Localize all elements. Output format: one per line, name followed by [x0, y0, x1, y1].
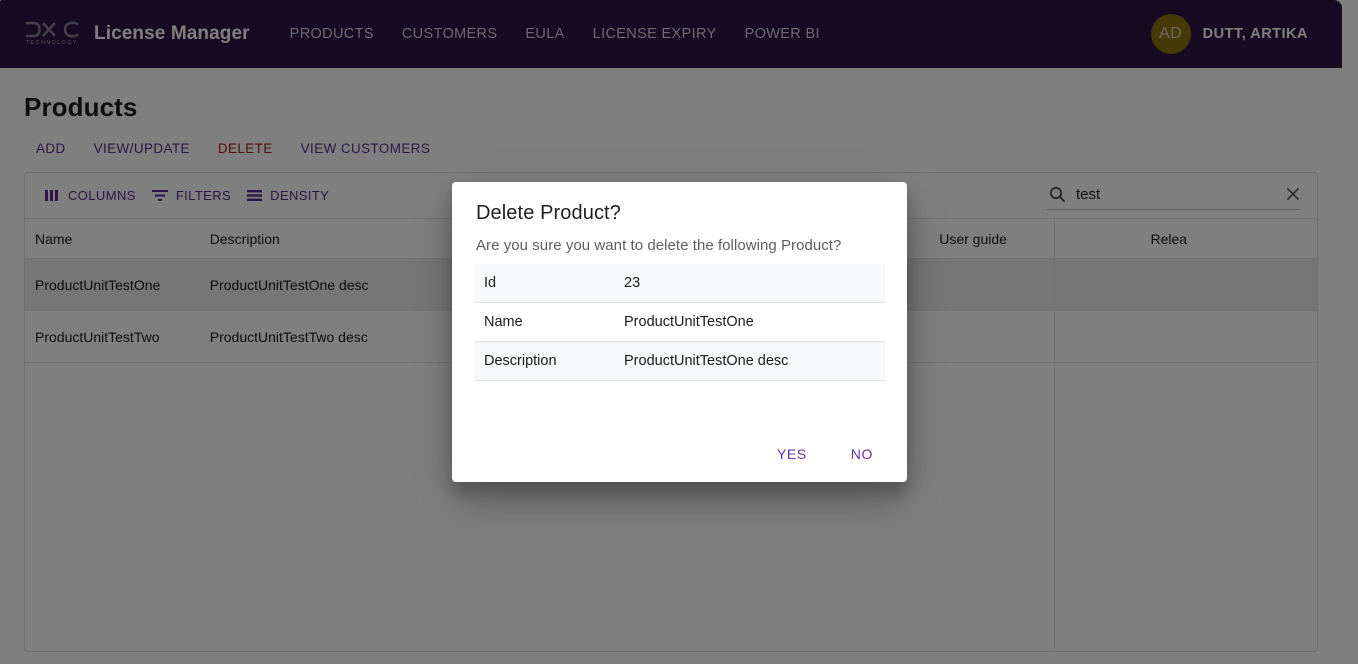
dialog-title: Delete Product? [452, 182, 907, 225]
nav-link-eula[interactable]: EULA [511, 18, 578, 50]
cell-description: ProductUnitTestOne desc [200, 277, 403, 293]
page-action-bar: ADD VIEW/UPDATE DELETE VIEW CUSTOMERS [24, 135, 444, 162]
filter-icon [152, 189, 168, 202]
add-button[interactable]: ADD [24, 135, 80, 162]
nav-links: PRODUCTS CUSTOMERS EULA LICENSE EXPIRY P… [276, 18, 834, 50]
column-header-description[interactable]: Description [200, 231, 403, 247]
detail-value-id: 23 [614, 264, 885, 303]
columns-button[interactable]: COLUMNS [37, 182, 144, 209]
columns-icon [45, 189, 60, 202]
filters-button[interactable]: FILTERS [144, 182, 239, 209]
nav-link-power-bi[interactable]: POWER BI [731, 18, 834, 50]
view-update-button[interactable]: VIEW/UPDATE [80, 135, 204, 162]
density-icon [247, 189, 262, 202]
user-menu[interactable]: AD DUTT, ARTIKA [1151, 14, 1342, 54]
app-title: License Manager [94, 23, 250, 45]
nav-link-products[interactable]: PRODUCTS [276, 18, 388, 50]
dxc-logo-subtext: TECHNOLOGY [26, 41, 78, 46]
nav-link-license-expiry[interactable]: LICENSE EXPIRY [579, 18, 731, 50]
confirm-yes-button[interactable]: YES [759, 438, 825, 470]
dialog-actions: YES NO [759, 438, 891, 470]
clear-search-icon[interactable] [1285, 186, 1301, 202]
column-divider [1054, 219, 1055, 651]
top-navigation-bar: TECHNOLOGY License Manager PRODUCTS CUST… [0, 0, 1342, 68]
dxc-logo: TECHNOLOGY [24, 21, 80, 46]
detail-value-name: ProductUnitTestOne [614, 303, 885, 342]
search-box [1047, 182, 1299, 210]
delete-product-dialog: Delete Product? Are you sure you want to… [452, 182, 907, 482]
search-input[interactable] [1076, 186, 1275, 203]
brand-block: TECHNOLOGY License Manager [0, 21, 250, 46]
view-customers-button[interactable]: VIEW CUSTOMERS [287, 135, 445, 162]
product-details-table: Id 23 Name ProductUnitTestOne Descriptio… [474, 264, 885, 381]
cancel-no-button[interactable]: NO [833, 438, 891, 470]
column-header-name[interactable]: Name [25, 231, 200, 247]
cell-name: ProductUnitTestTwo [25, 329, 200, 345]
delete-button[interactable]: DELETE [204, 135, 287, 162]
user-name: DUTT, ARTIKA [1203, 26, 1308, 42]
dxc-wordmark-icon [24, 21, 80, 38]
density-button[interactable]: DENSITY [239, 182, 337, 209]
detail-row-id: Id 23 [474, 264, 885, 303]
detail-row-description: Description ProductUnitTestOne desc [474, 342, 885, 381]
dialog-message: Are you sure you want to delete the foll… [452, 225, 907, 254]
column-header-user-guide[interactable]: User guide [929, 231, 1140, 247]
cell-name: ProductUnitTestOne [25, 277, 200, 293]
nav-link-customers[interactable]: CUSTOMERS [388, 18, 512, 50]
search-icon [1049, 186, 1066, 203]
page-scrollbar[interactable] [1342, 0, 1358, 664]
cell-description: ProductUnitTestTwo desc [200, 329, 403, 345]
page-title: Products [24, 92, 137, 123]
detail-key-description: Description [474, 342, 614, 381]
density-button-label: DENSITY [270, 188, 329, 203]
detail-row-name: Name ProductUnitTestOne [474, 303, 885, 342]
detail-key-name: Name [474, 303, 614, 342]
filters-button-label: FILTERS [176, 188, 231, 203]
avatar: AD [1151, 14, 1191, 54]
detail-value-description: ProductUnitTestOne desc [614, 342, 885, 381]
columns-button-label: COLUMNS [68, 188, 136, 203]
column-header-release[interactable]: Relea [1140, 231, 1317, 247]
detail-key-id: Id [474, 264, 614, 303]
